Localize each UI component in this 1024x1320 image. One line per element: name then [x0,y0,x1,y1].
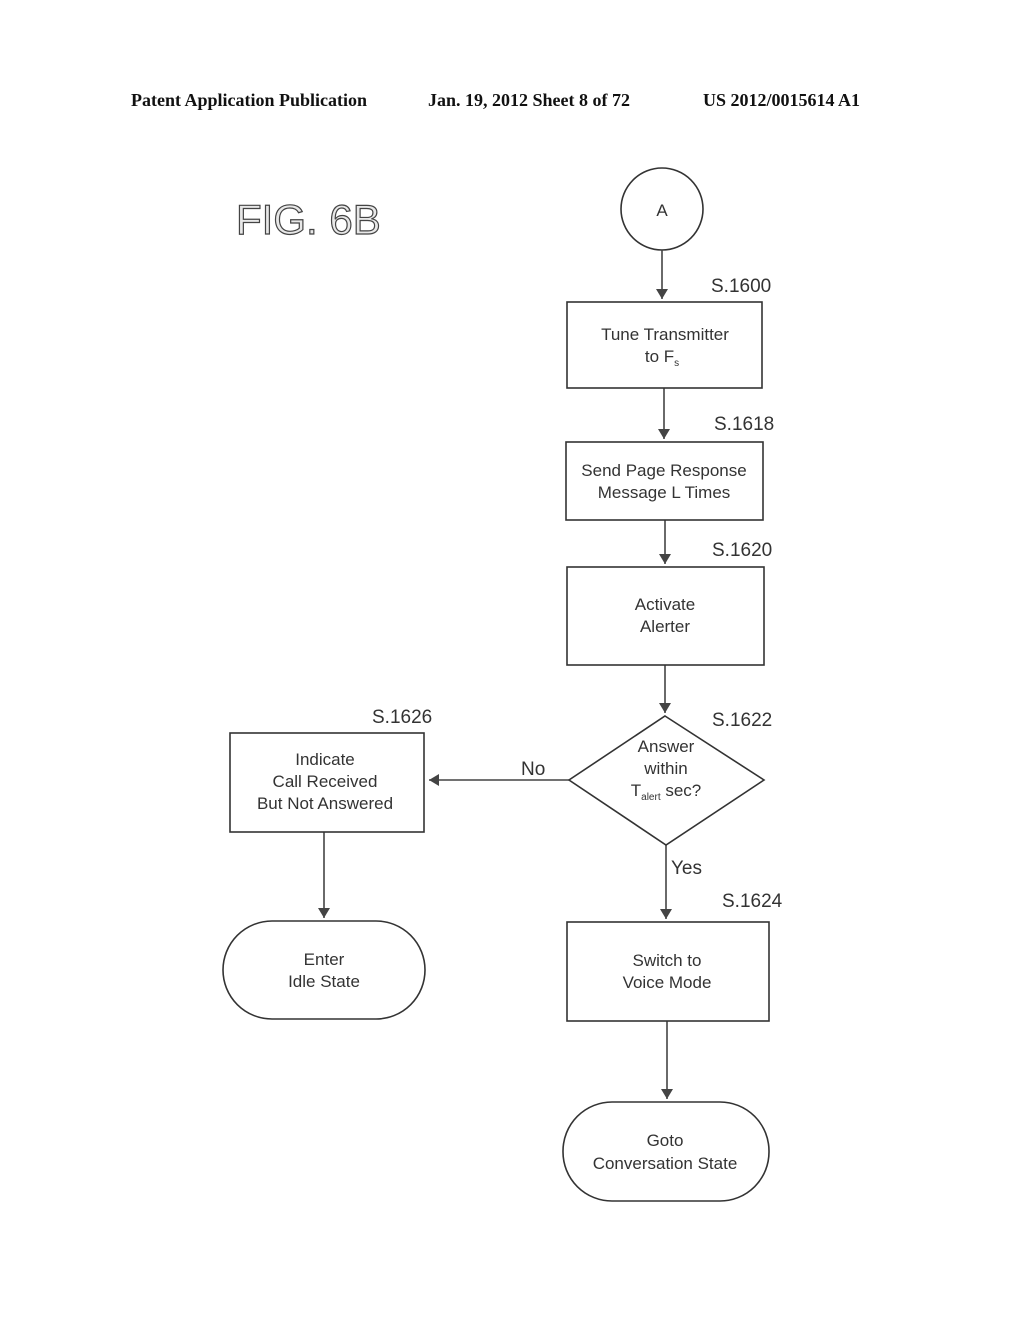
node-text: Activate [635,595,695,614]
figure-label: FIG. 6B [236,196,381,243]
node-text: Tune Transmitter [601,325,729,344]
step-label: S.1624 [722,891,783,912]
node-text: to Fs [645,347,679,369]
node-text: within [643,759,687,778]
node-text: Conversation State [593,1154,738,1173]
node-s1624: S.1624 Switch to Voice Mode [566,891,783,1022]
node-conversation-terminal: Goto Conversation State [562,1101,770,1202]
step-label: S.1600 [711,276,771,297]
node-text: Indicate [295,750,355,769]
flowchart: FIG. 6B A S.1600 Tune Transmitter to Fs … [222,167,783,1202]
node-s1626: S.1626 Indicate Call Received But Not An… [229,707,432,833]
step-label: S.1618 [714,414,774,435]
node-text: Call Received [273,772,378,791]
node-s1620: S.1620 Activate Alerter [566,540,772,666]
step-label: S.1620 [712,540,772,561]
node-text: Message L Times [598,483,731,502]
node-s1618: S.1618 Send Page Response Message L Time… [565,414,774,521]
node-text: Switch to [633,951,702,970]
node-text: Idle State [288,972,360,991]
yes-label: Yes [671,858,702,879]
connector-a: A [620,167,704,251]
node-idle-terminal: Enter Idle State [222,920,426,1020]
node-text: Send Page Response [581,461,746,480]
no-label: No [521,759,545,780]
node-text: Voice Mode [623,973,712,992]
node-text: Alerter [640,617,690,636]
node-s1622-decision: S.1622 Answer within Talert sec? [567,710,772,846]
node-text: But Not Answered [257,794,393,813]
node-text: Goto [647,1131,684,1150]
node-text: Answer [638,737,695,756]
step-label: S.1626 [372,707,432,728]
node-text: Enter [304,950,345,969]
node-s1600: S.1600 Tune Transmitter to Fs [566,276,771,389]
step-label: S.1622 [712,710,772,731]
connector-label: A [656,201,668,220]
